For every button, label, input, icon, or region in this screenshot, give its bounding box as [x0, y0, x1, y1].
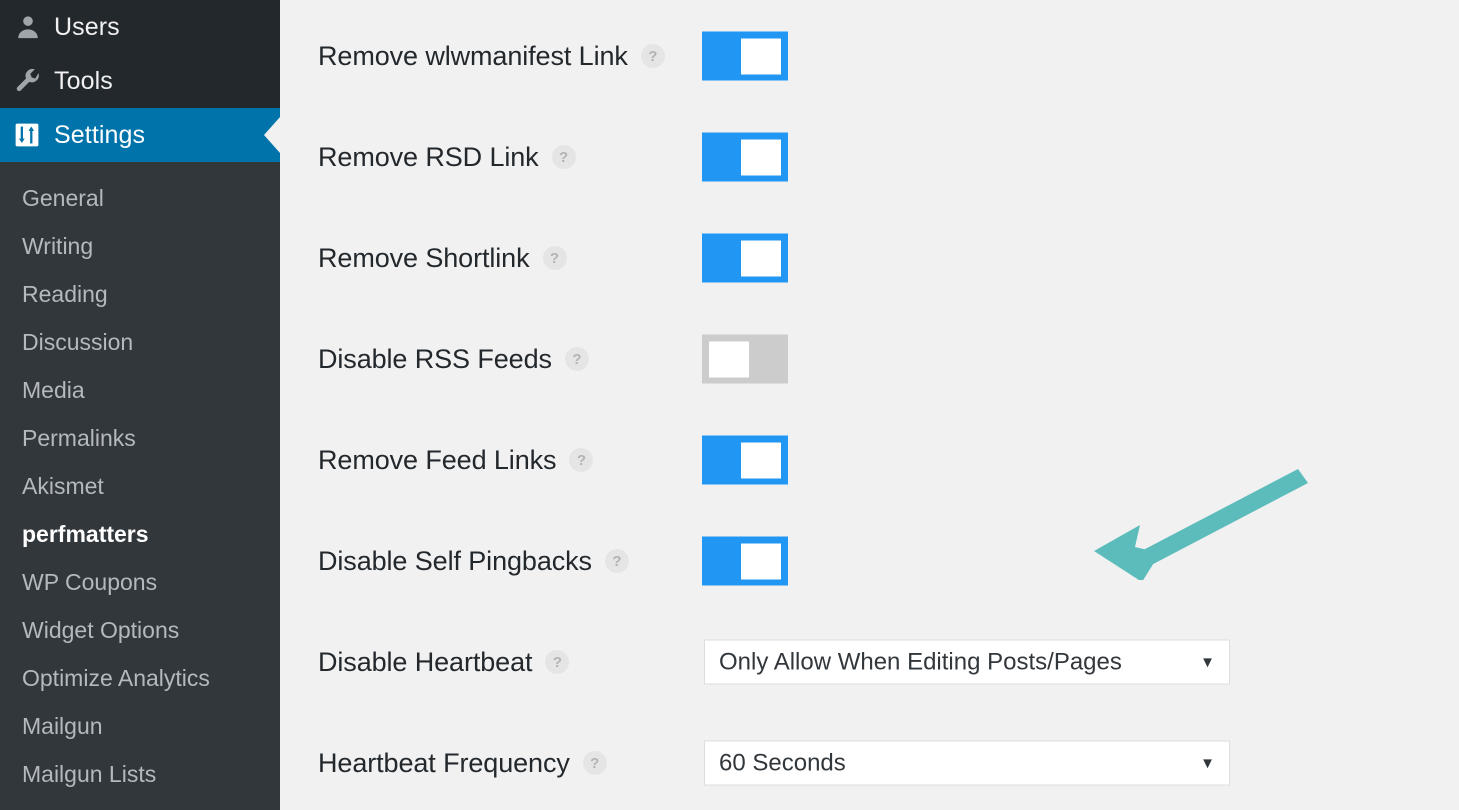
setting-row: Remove Feed Links?: [280, 432, 1459, 488]
setting-label-group: Remove wlwmanifest Link?: [318, 40, 665, 71]
help-question-icon[interactable]: ?: [604, 549, 629, 573]
sidebar-subitem-optimize-analytics[interactable]: Optimize Analytics: [0, 654, 280, 702]
setting-label: Remove wlwmanifest Link: [318, 40, 628, 71]
help-question-icon[interactable]: ?: [569, 448, 594, 472]
help-question-icon[interactable]: ?: [551, 145, 576, 169]
admin-sidebar: Users Tools Settings General Writing Rea…: [0, 0, 280, 810]
setting-label-group: Disable Self Pingbacks?: [318, 545, 629, 576]
setting-label-group: Remove Feed Links?: [318, 444, 594, 475]
settings-sliders-icon: [14, 122, 54, 148]
setting-label: Remove RSD Link: [318, 141, 539, 172]
setting-label: Disable Heartbeat: [318, 646, 533, 677]
toggle-switch[interactable]: [702, 31, 788, 81]
chevron-down-icon: ▼: [1200, 653, 1215, 671]
toggle-switch[interactable]: [702, 334, 788, 384]
toggle-switch[interactable]: [702, 536, 788, 586]
dropdown-select[interactable]: Only Allow When Editing Posts/Pages ▼: [704, 639, 1230, 685]
setting-label-group: Disable Heartbeat?: [318, 646, 570, 677]
sidebar-top-menu: Users Tools Settings: [0, 0, 280, 162]
setting-row: Disable Self Pingbacks?: [280, 533, 1459, 589]
setting-label: Disable RSS Feeds: [318, 343, 552, 374]
sidebar-item-users[interactable]: Users: [0, 0, 280, 54]
toggle-knob: [741, 442, 781, 479]
settings-content-panel: Remove wlwmanifest Link? Remove RSD Link?…: [280, 0, 1459, 810]
setting-row: Heartbeat Frequency? 60 Seconds ▼: [280, 735, 1459, 791]
sidebar-subitem-permalinks[interactable]: Permalinks: [0, 414, 280, 462]
help-question-icon[interactable]: ?: [564, 347, 589, 371]
setting-row: Remove RSD Link?: [280, 129, 1459, 185]
sidebar-subitem-akismet[interactable]: Akismet: [0, 462, 280, 510]
help-question-icon[interactable]: ?: [640, 44, 665, 68]
toggle-knob: [741, 38, 781, 75]
setting-label-group: Heartbeat Frequency?: [318, 747, 607, 778]
user-icon: [14, 13, 54, 41]
sidebar-subitem-general[interactable]: General: [0, 174, 280, 222]
sidebar-item-tools[interactable]: Tools: [0, 54, 280, 108]
sidebar-subitem-widget-options[interactable]: Widget Options: [0, 606, 280, 654]
sidebar-subitem-perfmatters[interactable]: perfmatters: [0, 510, 280, 558]
setting-row: Remove Shortlink?: [280, 230, 1459, 286]
sidebar-subitem-media[interactable]: Media: [0, 366, 280, 414]
help-question-icon[interactable]: ?: [582, 751, 607, 775]
setting-label: Remove Shortlink: [318, 242, 530, 273]
setting-label-group: Remove RSD Link?: [318, 141, 576, 172]
toggle-switch[interactable]: [702, 132, 788, 182]
sidebar-item-label: Settings: [54, 120, 146, 149]
setting-label: Heartbeat Frequency: [318, 747, 570, 778]
toggle-switch[interactable]: [702, 435, 788, 485]
setting-label: Disable Self Pingbacks: [318, 545, 592, 576]
setting-label-group: Disable RSS Feeds?: [318, 343, 589, 374]
dropdown-select[interactable]: 60 Seconds ▼: [704, 740, 1230, 786]
toggle-knob: [709, 341, 749, 378]
sidebar-subitem-mailgun[interactable]: Mailgun: [0, 702, 280, 750]
sidebar-subitem-reading[interactable]: Reading: [0, 270, 280, 318]
setting-label: Remove Feed Links: [318, 444, 557, 475]
help-question-icon[interactable]: ?: [542, 246, 567, 270]
sidebar-subitem-writing[interactable]: Writing: [0, 222, 280, 270]
wrench-icon: [14, 67, 54, 95]
current-menu-notch-icon: [264, 117, 280, 153]
toggle-knob: [741, 139, 781, 176]
toggle-switch[interactable]: [702, 233, 788, 283]
setting-label-group: Remove Shortlink?: [318, 242, 567, 273]
settings-submenu: General Writing Reading Discussion Media Perm…: [0, 162, 280, 798]
sidebar-item-label: Users: [54, 12, 120, 41]
sidebar-item-label: Tools: [54, 66, 113, 95]
sidebar-subitem-wp-coupons[interactable]: WP Coupons: [0, 558, 280, 606]
dropdown-value: Only Allow When Editing Posts/Pages: [719, 650, 1122, 674]
wordpress-admin-screen: Users Tools Settings General Writing Rea…: [0, 0, 1459, 810]
sidebar-item-settings[interactable]: Settings: [0, 108, 280, 162]
sidebar-subitem-discussion[interactable]: Discussion: [0, 318, 280, 366]
chevron-down-icon: ▼: [1200, 754, 1215, 772]
setting-row: Disable Heartbeat? Only Allow When Editin…: [280, 634, 1459, 690]
toggle-knob: [741, 543, 781, 580]
dropdown-value: 60 Seconds: [719, 751, 846, 775]
toggle-knob: [741, 240, 781, 277]
sidebar-subitem-mailgun-lists[interactable]: Mailgun Lists: [0, 750, 280, 798]
help-question-icon[interactable]: ?: [545, 650, 570, 674]
setting-row: Remove wlwmanifest Link?: [280, 28, 1459, 84]
setting-row: Disable RSS Feeds?: [280, 331, 1459, 387]
